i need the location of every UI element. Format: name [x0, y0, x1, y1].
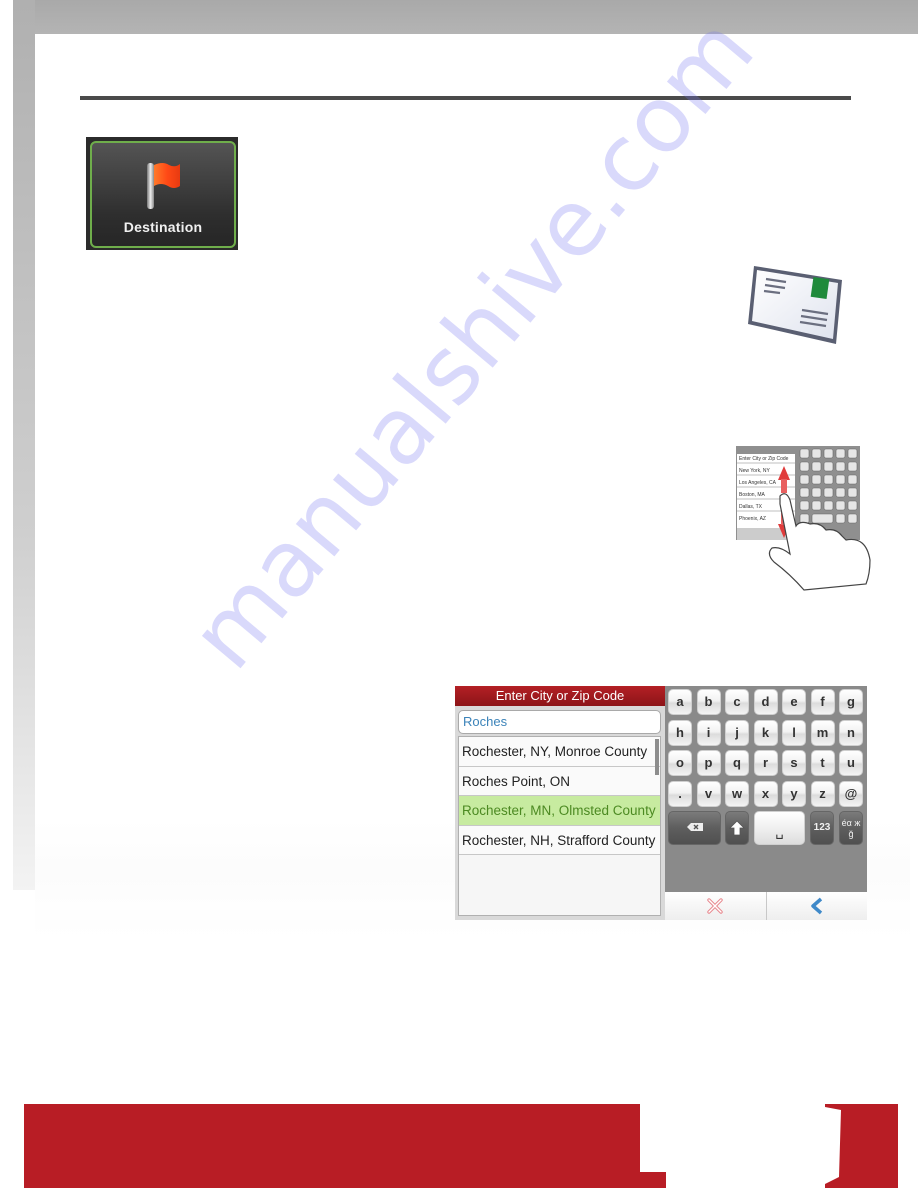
- key-e[interactable]: e: [782, 689, 806, 715]
- key-f[interactable]: f: [810, 689, 835, 715]
- key-q[interactable]: q: [725, 750, 749, 776]
- hand-icon-list-item: Los Angeles, CA: [739, 480, 777, 486]
- chevron-left-icon: [811, 897, 822, 915]
- results-list: Rochester, NY, Monroe County Roches Poin…: [458, 736, 661, 916]
- key-x[interactable]: x: [753, 780, 778, 807]
- key-at[interactable]: @: [839, 780, 863, 807]
- hand-icon-list-item: Phoenix, AZ: [739, 516, 766, 522]
- screen-title: Enter City or Zip Code: [455, 686, 665, 706]
- close-icon: [707, 898, 723, 914]
- key-s[interactable]: s: [782, 750, 806, 776]
- key-l[interactable]: l: [782, 719, 806, 746]
- key-a[interactable]: a: [668, 689, 692, 715]
- key-w[interactable]: w: [725, 780, 749, 807]
- destination-label: Destination: [123, 219, 203, 235]
- key-c[interactable]: c: [725, 689, 749, 715]
- envelope-icon: [748, 266, 842, 344]
- key-z[interactable]: z: [810, 780, 835, 807]
- key-o[interactable]: o: [668, 750, 692, 776]
- screen-bottom-bar: [665, 892, 867, 920]
- backspace-key[interactable]: [668, 811, 721, 845]
- header-divider: [80, 96, 851, 100]
- result-item[interactable]: Roches Point, ON: [459, 766, 660, 796]
- page-top-band: [13, 0, 918, 34]
- backspace-icon: [686, 823, 703, 831]
- key-h[interactable]: h: [668, 719, 692, 746]
- space-key[interactable]: ␣: [754, 811, 805, 845]
- hand-icon-list-item: Boston, MA: [739, 492, 766, 498]
- result-item[interactable]: Rochester, NY, Monroe County: [459, 737, 660, 767]
- key-j[interactable]: j: [725, 719, 749, 746]
- scroll-gesture-icon: Enter City or Zip Code New York, NY Los …: [736, 446, 871, 591]
- numbers-key[interactable]: 123: [810, 811, 834, 845]
- hand-icon-list-item: New York, NY: [739, 468, 771, 474]
- hand-icon-list-item: Enter City or Zip Code: [739, 456, 789, 462]
- cancel-button[interactable]: [665, 892, 766, 920]
- key-k[interactable]: k: [753, 719, 778, 746]
- accents-key[interactable]: éα ж ğ: [839, 811, 863, 845]
- key-d[interactable]: d: [753, 689, 778, 715]
- shift-key[interactable]: [725, 811, 749, 845]
- key-b[interactable]: b: [696, 689, 721, 715]
- key-g[interactable]: g: [839, 689, 863, 715]
- key-v[interactable]: v: [696, 780, 721, 807]
- key-p[interactable]: p: [696, 750, 721, 776]
- shift-arrow-icon: [729, 820, 745, 836]
- footer-notch: [640, 1172, 666, 1188]
- hand-icon-list-item: Dallas, TX: [739, 504, 763, 510]
- key-period[interactable]: .: [668, 780, 692, 807]
- city-search-screen: Enter City or Zip Code Roches Rochester,…: [455, 686, 867, 920]
- results-panel: Enter City or Zip Code Roches Rochester,…: [455, 686, 665, 920]
- key-i[interactable]: i: [696, 719, 721, 746]
- key-m[interactable]: m: [810, 719, 835, 746]
- page-left-band: [13, 0, 35, 890]
- city-search-input[interactable]: Roches: [458, 710, 661, 734]
- on-screen-keyboard: a b c d e f g h i j k l m n o p q r s t u. v w x y z @ ␣ 123 éα ж ğ: [665, 686, 867, 892]
- destination-button[interactable]: Destination: [90, 141, 236, 248]
- result-item[interactable]: Rochester, NH, Strafford County: [459, 825, 660, 855]
- key-y[interactable]: y: [782, 780, 806, 807]
- back-button[interactable]: [765, 892, 868, 920]
- key-r[interactable]: r: [753, 750, 778, 776]
- result-item-selected[interactable]: Rochester, MN, Olmsted County: [459, 796, 660, 826]
- footer-bar: [24, 1104, 640, 1188]
- key-t[interactable]: t: [810, 750, 835, 776]
- page-number-tab: [825, 1104, 898, 1188]
- key-n[interactable]: n: [839, 719, 863, 746]
- key-u[interactable]: u: [839, 750, 863, 776]
- flag-icon: [147, 163, 180, 209]
- results-scrollbar[interactable]: [655, 739, 659, 775]
